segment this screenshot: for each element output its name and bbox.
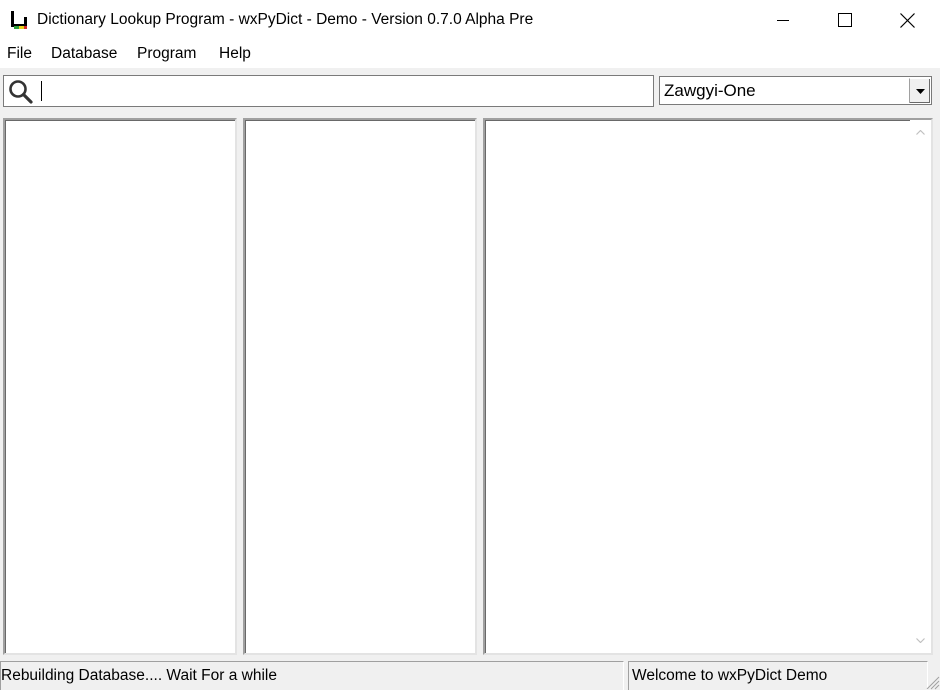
close-button[interactable] bbox=[876, 0, 938, 40]
menu-program[interactable]: Program bbox=[137, 45, 196, 63]
close-icon bbox=[899, 12, 915, 28]
chevron-up-icon bbox=[916, 130, 925, 135]
app-icon[interactable] bbox=[8, 9, 30, 31]
font-select-value: Zawgyi-One bbox=[664, 81, 756, 100]
suggestion-list-pane[interactable] bbox=[243, 118, 477, 655]
font-select-dropdown-button[interactable] bbox=[909, 78, 930, 103]
definition-scrollbar[interactable] bbox=[910, 120, 931, 653]
scroll-up-button[interactable] bbox=[910, 124, 931, 141]
status-field-right: Welcome to wxPyDict Demo bbox=[628, 661, 928, 690]
chevron-down-icon bbox=[916, 638, 925, 643]
toolbar: Zawgyi-One bbox=[0, 68, 940, 115]
minimize-icon bbox=[777, 20, 789, 21]
definition-pane[interactable] bbox=[483, 118, 933, 655]
font-select[interactable]: Zawgyi-One bbox=[659, 76, 932, 105]
status-message: Rebuilding Database.... Wait For a while bbox=[1, 667, 277, 684]
menu-file[interactable]: File bbox=[7, 45, 32, 63]
status-field-left: Rebuilding Database.... Wait For a while bbox=[0, 661, 624, 690]
minimize-button[interactable] bbox=[752, 0, 814, 40]
word-list-pane[interactable] bbox=[3, 118, 237, 655]
menu-bar: File Database Program Help bbox=[0, 40, 940, 68]
search-input[interactable] bbox=[38, 78, 648, 104]
search-box[interactable] bbox=[3, 75, 654, 107]
window-title: Dictionary Lookup Program - wxPyDict - D… bbox=[37, 11, 534, 28]
search-icon[interactable] bbox=[8, 79, 34, 105]
resize-grip-icon[interactable] bbox=[924, 674, 940, 690]
menu-help[interactable]: Help bbox=[219, 45, 251, 63]
title-bar[interactable]: Dictionary Lookup Program - wxPyDict - D… bbox=[0, 0, 940, 40]
text-caret bbox=[41, 81, 42, 101]
status-welcome: Welcome to wxPyDict Demo bbox=[632, 667, 828, 684]
status-bar: Rebuilding Database.... Wait For a while… bbox=[0, 661, 940, 690]
dropdown-arrow-icon bbox=[915, 88, 925, 94]
scroll-down-button[interactable] bbox=[910, 632, 931, 649]
maximize-icon bbox=[838, 13, 852, 27]
maximize-button[interactable] bbox=[814, 0, 876, 40]
menu-database[interactable]: Database bbox=[51, 45, 117, 63]
